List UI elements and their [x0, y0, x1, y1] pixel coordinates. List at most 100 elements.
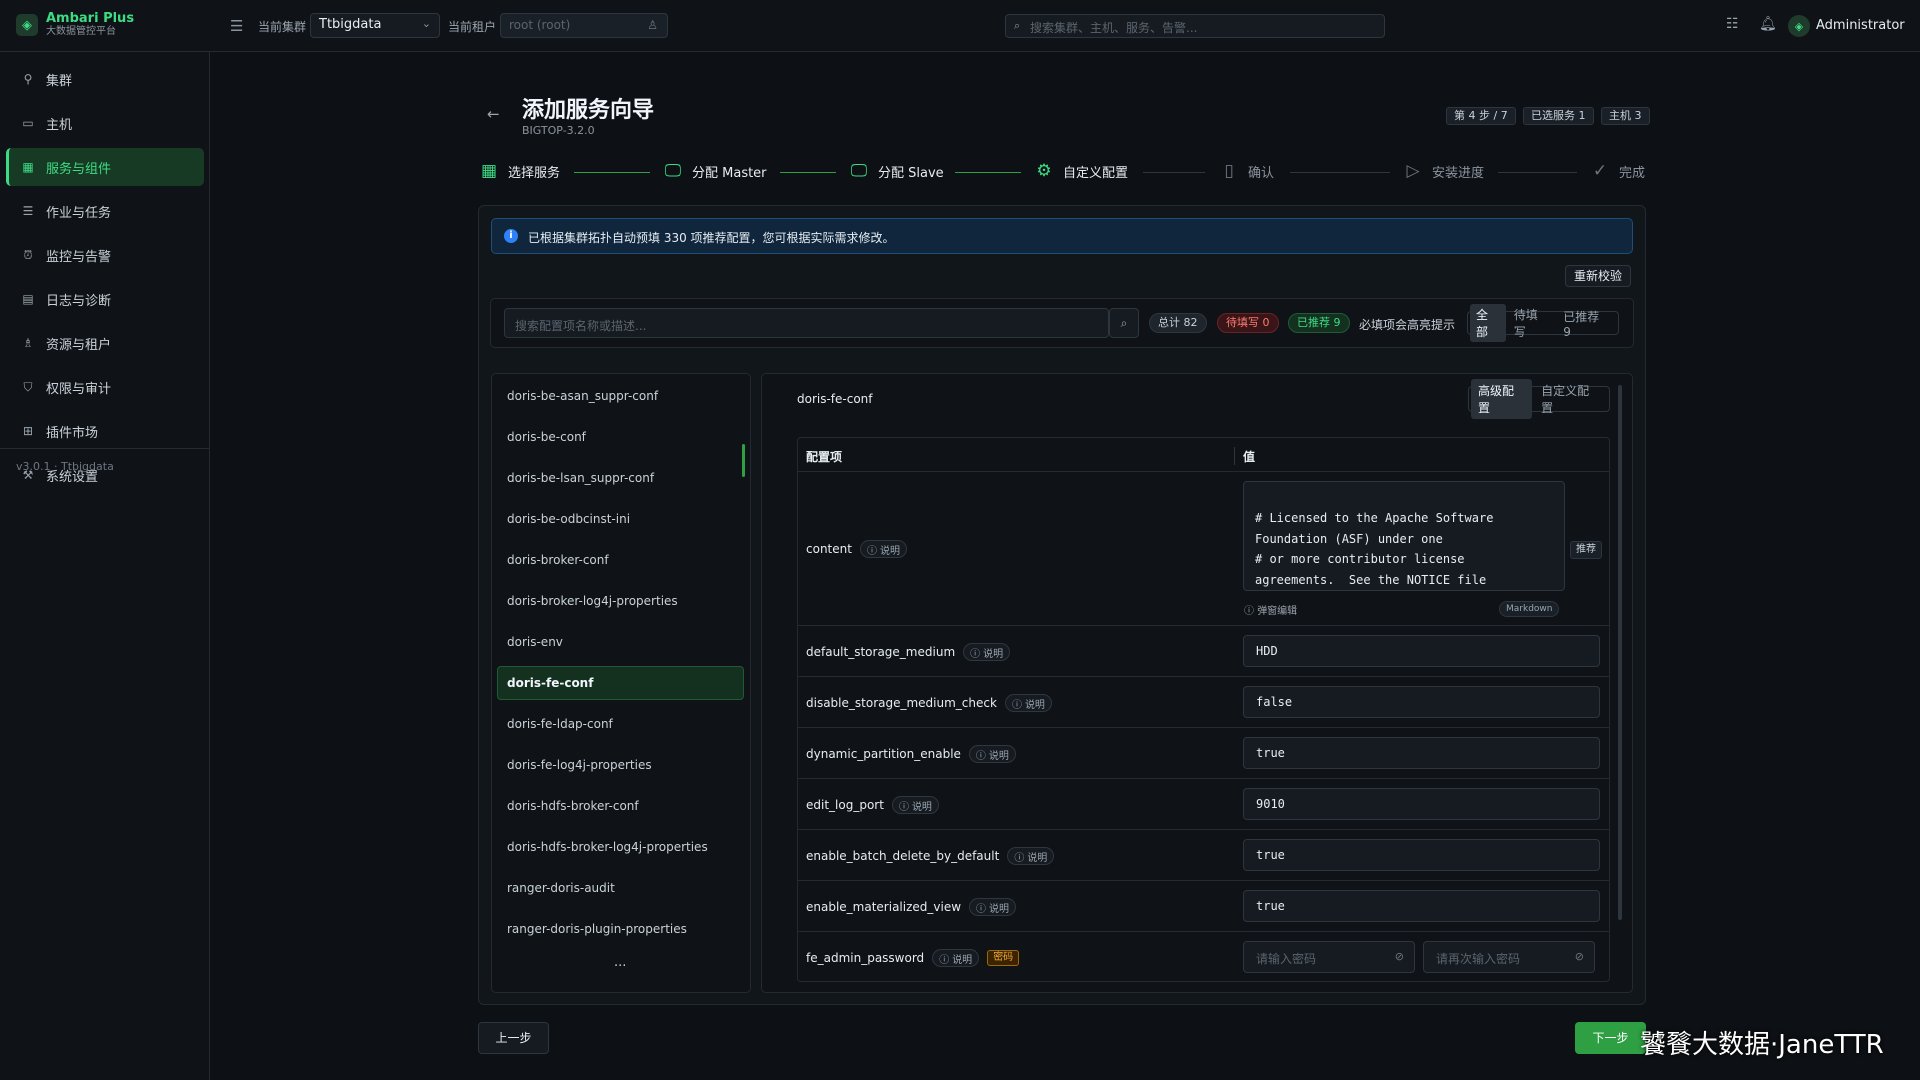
explain-button[interactable]: ⓘ 说明: [969, 898, 1017, 916]
task-list-icon[interactable]: ☷: [1726, 16, 1739, 32]
list-item-selected-label[interactable]: doris-fe-conf: [507, 676, 593, 690]
step-connector: [1498, 172, 1577, 173]
list-item[interactable]: doris-be-asan_suppr-conf: [507, 389, 658, 403]
sidebar-item-resources[interactable]: ♗ 资源与租户: [6, 324, 204, 362]
config-key-label: content: [806, 542, 852, 556]
explain-button[interactable]: ⓘ 说明: [968, 745, 1016, 763]
config-value-input[interactable]: true: [1243, 737, 1600, 769]
sidebar-item-label: 插件市场: [46, 425, 99, 441]
sidebar-item-services[interactable]: ▦ 服务与组件: [6, 148, 204, 186]
config-value-input[interactable]: false: [1243, 686, 1600, 718]
step-install-progress[interactable]: ▷ 安装进度: [1402, 160, 1484, 182]
popup-edit-link[interactable]: ⓘ 弹窗编辑: [1244, 602, 1297, 617]
search-icon[interactable]: ⌕: [1109, 308, 1139, 338]
sidebar-item-monitoring[interactable]: ⏰︎ 监控与告警: [6, 236, 204, 274]
segment-all[interactable]: 全部: [1470, 304, 1506, 342]
sidebar-item-jobs[interactable]: ☰ 作业与任务: [6, 192, 204, 230]
list-item[interactable]: doris-broker-conf: [507, 553, 609, 567]
global-search-input[interactable]: ⌕ 搜索集群、主机、服务、告警...: [1005, 14, 1385, 38]
column-divider: [1234, 447, 1235, 465]
prev-step-button[interactable]: 上一步: [478, 1022, 549, 1054]
cluster-label: 当前集群: [258, 20, 307, 34]
user-name[interactable]: Administrator: [1816, 18, 1905, 33]
play-icon: ▷: [1406, 161, 1420, 181]
page-title: 添加服务向导: [522, 98, 655, 123]
list-item[interactable]: doris-env: [507, 635, 563, 649]
step-select-services[interactable]: ▦ 选择服务: [478, 160, 560, 182]
list-item[interactable]: doris-fe-ldap-conf: [507, 717, 613, 731]
recommend-tag: 推荐: [1570, 541, 1602, 559]
chevron-down-icon: ⌄: [421, 17, 431, 30]
config-value-input[interactable]: HDD: [1243, 635, 1600, 667]
config-value-input[interactable]: true: [1243, 890, 1600, 922]
explain-button[interactable]: ⓘ 说明: [891, 796, 939, 814]
list-item[interactable]: ranger-doris-plugin-properties: [507, 922, 687, 936]
password-confirm-input[interactable]: 请再次输入密码 ⊘: [1423, 941, 1595, 973]
list-scroll-indicator[interactable]: [742, 444, 745, 477]
tab-advanced[interactable]: 高级配置: [1471, 379, 1533, 419]
sidebar-item-security[interactable]: ⛉ 权限与审计: [6, 368, 204, 406]
step-confirm[interactable]: ▯ 确认: [1218, 160, 1274, 182]
step-label: 选择服务: [508, 165, 561, 181]
next-step-button[interactable]: 下一步: [1575, 1022, 1646, 1054]
more-items[interactable]: ...: [614, 955, 626, 970]
info-banner: i 已根据集群拓扑自动预填 330 项推荐配置，您可根据实际需求修改。: [491, 218, 1633, 254]
grid-icon: ▦: [480, 161, 498, 181]
sidebar-item-logs[interactable]: ▤ 日志与诊断: [6, 280, 204, 318]
avatar[interactable]: ◈: [1788, 15, 1810, 37]
eye-off-icon[interactable]: ⊘: [1575, 950, 1584, 963]
sidebar-item-hosts[interactable]: ▭ 主机: [6, 104, 204, 142]
password-input[interactable]: 请输入密码 ⊘: [1243, 941, 1415, 973]
step-customize-config[interactable]: ⚙ 自定义配置: [1033, 160, 1128, 182]
step-assign-slave[interactable]: 🖵 分配 Slave: [848, 160, 944, 182]
explain-button[interactable]: ⓘ 说明: [932, 949, 980, 967]
config-key-label: disable_storage_medium_check: [806, 696, 997, 710]
info-circle-icon: ⓘ: [976, 903, 987, 915]
cluster-select[interactable]: Ttbigdata ⌄: [310, 13, 440, 38]
explain-button[interactable]: ⓘ 说明: [859, 540, 907, 558]
list-item[interactable]: doris-hdfs-broker-log4j-properties: [507, 840, 708, 854]
explain-label: 说明: [911, 801, 932, 813]
step-label: 分配 Master: [692, 165, 767, 181]
explain-button[interactable]: ⓘ 说明: [1004, 694, 1052, 712]
bell-icon[interactable]: 🔔︎: [1759, 16, 1777, 32]
list-item[interactable]: doris-be-conf: [507, 430, 586, 444]
config-value-input[interactable]: 9010: [1243, 788, 1600, 820]
recheck-button[interactable]: 重新校验: [1565, 265, 1632, 287]
back-arrow-icon[interactable]: ←: [487, 105, 500, 123]
step-connector: [955, 172, 1021, 173]
config-value-input[interactable]: true: [1243, 839, 1600, 871]
config-key-password: fe_admin_password ⓘ 说明 密码: [806, 949, 1020, 967]
step-label: 确认: [1248, 165, 1275, 181]
explain-button[interactable]: ⓘ 说明: [1007, 847, 1055, 865]
eye-off-icon[interactable]: ⊘: [1395, 950, 1404, 963]
list-item[interactable]: ranger-doris-audit: [507, 881, 615, 895]
list-item[interactable]: doris-fe-log4j-properties: [507, 758, 652, 772]
sidebar-item-cluster[interactable]: ⚲ 集群: [6, 60, 204, 98]
search-icon: ⌕: [1014, 19, 1021, 32]
segment-pending[interactable]: 待填写: [1508, 304, 1556, 342]
step-finish[interactable]: ✓ 完成: [1589, 160, 1645, 182]
sidebar-item-plugins[interactable]: ⊞ 插件市场: [6, 412, 204, 450]
list-item[interactable]: doris-be-odbcinst-ini: [507, 512, 630, 526]
list-item[interactable]: doris-broker-log4j-properties: [507, 594, 678, 608]
brand[interactable]: ◈ Ambari Plus 大数据管控平台: [16, 12, 134, 38]
list-item[interactable]: doris-be-lsan_suppr-conf: [507, 471, 654, 485]
list-item[interactable]: doris-hdfs-broker-conf: [507, 799, 639, 813]
step-label: 分配 Slave: [878, 165, 944, 181]
config-detail-title: doris-fe-conf: [797, 392, 873, 406]
tenant-input[interactable]: root (root) ♙: [500, 13, 668, 38]
config-search-input[interactable]: 搜索配置项名称或描述...: [504, 308, 1109, 338]
menu-toggle-icon[interactable]: ☰: [230, 17, 243, 35]
app-root: ◈ Ambari Plus 大数据管控平台 ☰ 当前集群 Ttbigdata ⌄…: [0, 0, 1920, 1080]
markdown-tag[interactable]: Markdown: [1499, 601, 1560, 617]
step-assign-master[interactable]: 🖵 分配 Master: [662, 160, 767, 182]
tab-custom[interactable]: 自定义配置: [1534, 379, 1607, 419]
explain-button[interactable]: ⓘ 说明: [963, 643, 1011, 661]
content-textarea[interactable]: # Licensed to the Apache Software Founda…: [1243, 481, 1565, 591]
config-key-row: default_storage_medium ⓘ 说明: [806, 643, 1011, 661]
app-subtitle: 大数据管控平台: [46, 26, 116, 37]
tenant-label: 当前租户: [448, 20, 497, 34]
detail-scrollbar[interactable]: [1618, 385, 1622, 920]
segment-recommended[interactable]: 已推荐 9: [1557, 306, 1616, 341]
